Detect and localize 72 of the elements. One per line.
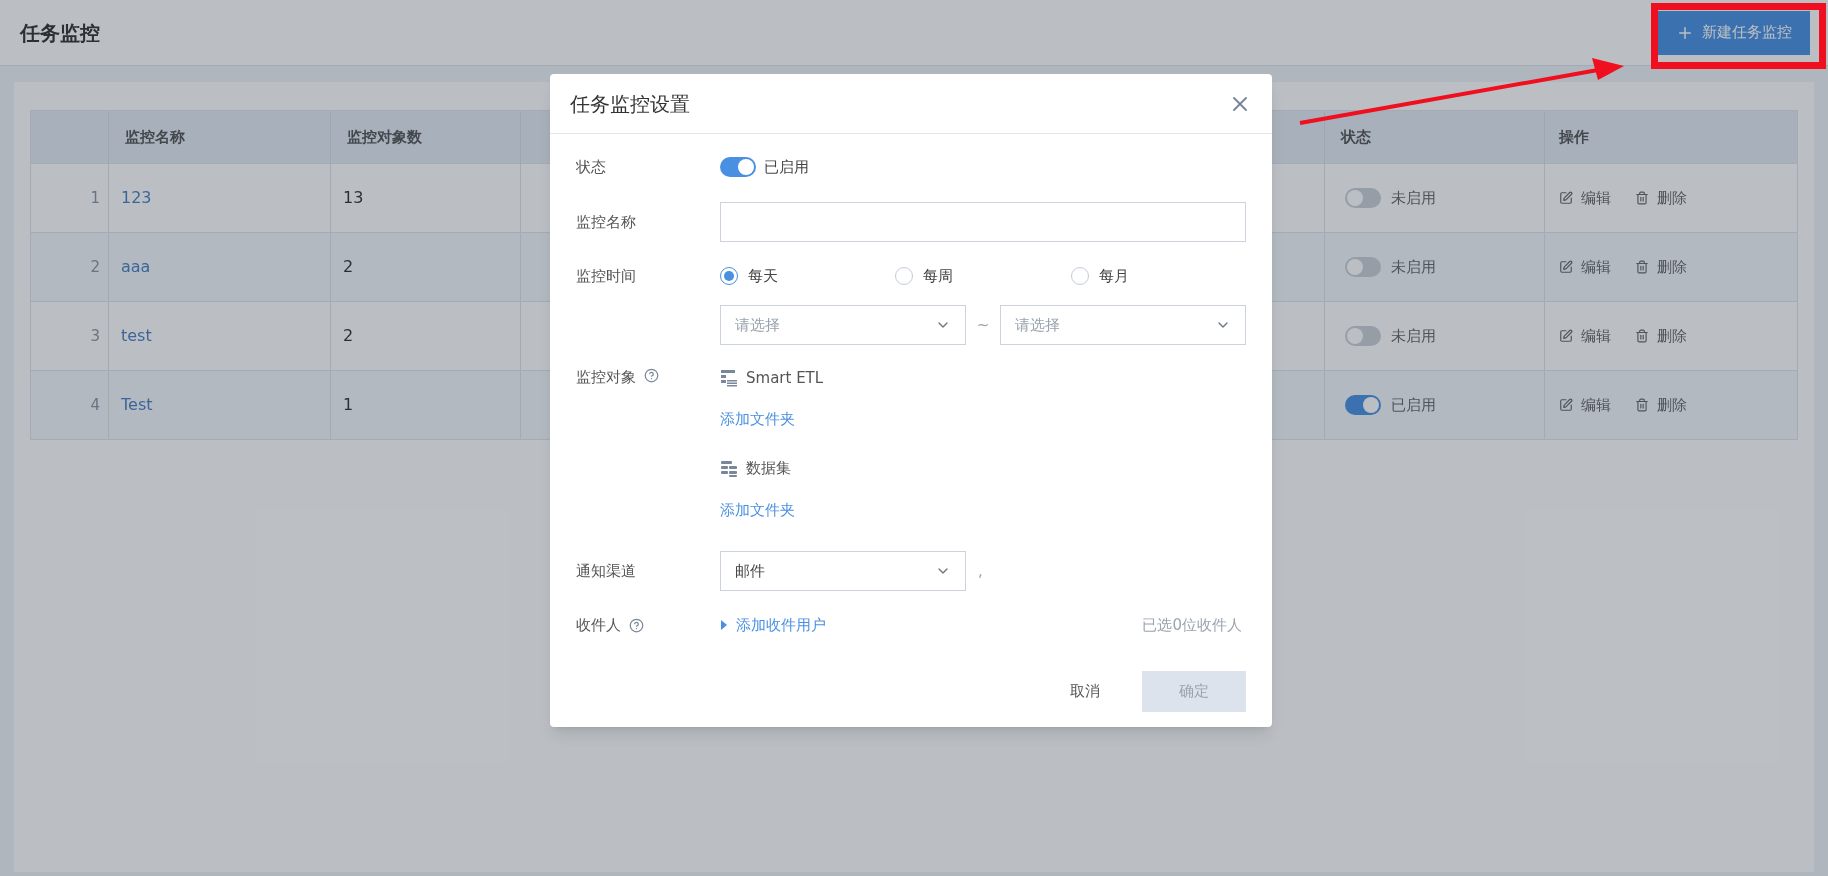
status-text: 未启用 [1391, 325, 1436, 347]
row-number: 1 [90, 187, 100, 209]
comma-mark: , [978, 560, 983, 582]
edit-button[interactable]: 编辑 [1559, 255, 1611, 279]
edit-icon [1559, 329, 1573, 343]
row-number: 4 [90, 394, 100, 416]
field-label: 监控对象 [576, 367, 636, 388]
toggle-switch[interactable] [1345, 188, 1381, 208]
trash-icon [1635, 398, 1649, 412]
toggle-switch[interactable] [720, 157, 756, 177]
object-type-label: Smart ETL [746, 367, 824, 389]
field-label: 通知渠道 [576, 560, 637, 582]
status-text: 已启用 [764, 156, 809, 178]
channel-select[interactable]: 邮件 [720, 551, 966, 591]
caret-right-icon [720, 620, 728, 630]
trash-icon [1635, 191, 1649, 205]
add-recipient-link[interactable]: 添加收件用户 [720, 613, 826, 637]
radio-option[interactable]: 每周 [895, 264, 954, 288]
monitor-name-link[interactable]: aaa [121, 255, 151, 279]
radio-option[interactable]: 每天 [720, 264, 778, 288]
trash-icon [1635, 329, 1649, 343]
object-count: 13 [343, 187, 364, 209]
trash-icon [1635, 260, 1649, 274]
column-header: 操作 [1559, 126, 1589, 148]
column-header: 监控对象数 [347, 126, 422, 148]
object-count: 2 [343, 325, 354, 347]
edit-button[interactable]: 编辑 [1559, 324, 1611, 348]
page-title: 任务监控 [20, 19, 100, 47]
edit-button[interactable]: 编辑 [1559, 186, 1611, 210]
edit-icon [1559, 191, 1573, 205]
help-icon[interactable] [644, 368, 659, 383]
end-time-select[interactable]: 请选择 [1000, 305, 1246, 345]
etl-table-icon [720, 369, 738, 387]
start-time-select[interactable]: 请选择 [720, 305, 966, 345]
row-number: 2 [90, 256, 100, 278]
field-label: 监控名称 [576, 211, 637, 233]
monitor-name-link[interactable]: Test [121, 393, 153, 417]
column-header: 监控名称 [125, 126, 185, 148]
toggle-switch[interactable] [1345, 395, 1381, 415]
delete-button[interactable]: 删除 [1635, 186, 1687, 210]
toggle-switch[interactable] [1345, 257, 1381, 277]
field-label: 监控时间 [576, 265, 637, 287]
add-folder-link[interactable]: 添加文件夹 [720, 408, 795, 431]
object-type-label: 数据集 [746, 458, 791, 480]
object-count: 1 [343, 394, 354, 416]
monitor-name-link[interactable]: test [121, 324, 152, 348]
cancel-button[interactable]: 取消 [1048, 671, 1122, 712]
delete-button[interactable]: 删除 [1635, 255, 1687, 279]
edit-button[interactable]: 编辑 [1559, 393, 1611, 417]
field-label: 收件人 [576, 614, 621, 636]
recipient-count: 已选0位收件人 [1142, 614, 1242, 636]
status-text: 未启用 [1391, 187, 1436, 209]
status-text: 已启用 [1391, 394, 1436, 416]
toggle-switch[interactable] [1345, 326, 1381, 346]
delete-button[interactable]: 删除 [1635, 393, 1687, 417]
column-header: 状态 [1341, 126, 1371, 148]
new-monitor-button[interactable]: 新建任务监控 [1658, 10, 1810, 55]
radio-option[interactable]: 每月 [1070, 264, 1129, 288]
edit-icon [1559, 398, 1573, 412]
object-count: 2 [343, 256, 354, 278]
edit-icon [1559, 260, 1573, 274]
help-icon[interactable] [629, 617, 644, 633]
dataset-icon [720, 459, 738, 478]
delete-button[interactable]: 删除 [1635, 324, 1687, 348]
dialog-title: 任务监控设置 [570, 90, 690, 118]
monitor-name-link[interactable]: 123 [121, 186, 152, 210]
status-text: 未启用 [1391, 256, 1436, 278]
name-input-field[interactable] [720, 202, 1246, 242]
row-number: 3 [90, 325, 100, 347]
field-label: 状态 [576, 156, 607, 178]
add-folder-link[interactable]: 添加文件夹 [720, 498, 795, 521]
range-separator: ~ [975, 314, 991, 336]
